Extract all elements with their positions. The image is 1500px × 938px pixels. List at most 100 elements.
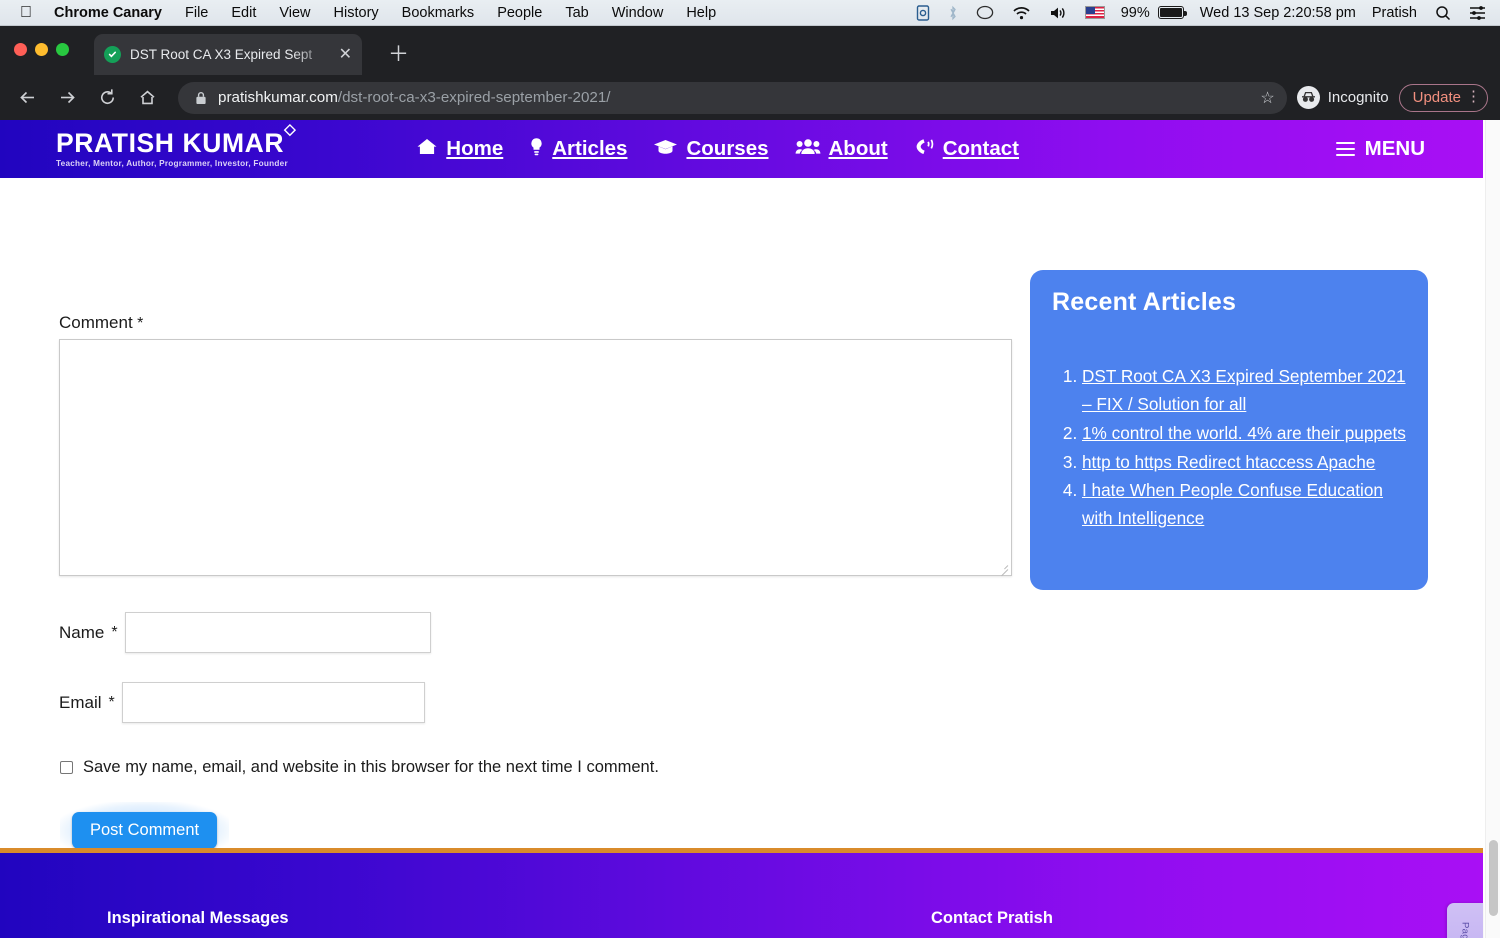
plus-icon[interactable]: ＋ bbox=[388, 44, 409, 65]
save-info-label: Save my name, email, and website in this… bbox=[83, 758, 659, 777]
site-logo[interactable]: PRATISH KUMAR◇ Teacher, Mentor, Author, … bbox=[56, 130, 296, 167]
name-label: Name bbox=[59, 623, 104, 643]
nav-item-home[interactable]: Home bbox=[416, 137, 503, 162]
update-label: Update bbox=[1413, 89, 1461, 106]
name-field-row: Name * bbox=[59, 612, 431, 653]
incognito-label: Incognito bbox=[1328, 89, 1389, 106]
recent-article-link[interactable]: 1% control the world. 4% are their puppe… bbox=[1082, 423, 1406, 443]
comment-label-text: Comment bbox=[59, 313, 133, 332]
save-info-row: Save my name, email, and website in this… bbox=[60, 758, 659, 777]
recent-article-link[interactable]: I hate When People Confuse Education wit… bbox=[1082, 480, 1383, 528]
tab-strip: DST Root CA X3 Expired Sept ✕ ＋ bbox=[0, 26, 1500, 75]
recent-article-link[interactable]: DST Root CA X3 Expired September 2021 – … bbox=[1082, 366, 1406, 414]
update-button[interactable]: Update ⋮ bbox=[1399, 84, 1488, 112]
url-domain: pratishkumar.com bbox=[218, 89, 338, 106]
name-input[interactable] bbox=[125, 612, 431, 653]
post-comment-button[interactable]: Post Comment bbox=[72, 812, 217, 849]
footer-column-title-inspirational: Inspirational Messages bbox=[107, 909, 289, 928]
lightbulb-icon bbox=[529, 137, 552, 162]
home-icon[interactable] bbox=[133, 83, 162, 112]
address-bar-url: pratishkumar.com/dst-root-ca-x3-expired-… bbox=[218, 89, 611, 106]
scrollbar-thumb[interactable] bbox=[1489, 840, 1498, 916]
email-required-mark: * bbox=[109, 694, 115, 712]
wifi-icon[interactable] bbox=[1012, 5, 1031, 21]
list-item: I hate When People Confuse Education wit… bbox=[1082, 477, 1406, 533]
search-icon[interactable] bbox=[1435, 5, 1451, 21]
email-input[interactable] bbox=[122, 682, 425, 723]
menu-help[interactable]: Help bbox=[686, 5, 716, 21]
us-flag-icon[interactable] bbox=[1085, 6, 1105, 19]
incognito-indicator[interactable]: Incognito bbox=[1297, 86, 1389, 109]
site-logo-text: PRATISH KUMAR bbox=[56, 128, 284, 158]
menu-tab[interactable]: Tab bbox=[565, 5, 588, 21]
nav-item-courses[interactable]: Courses bbox=[653, 137, 768, 162]
control-center-icon[interactable] bbox=[1469, 6, 1486, 20]
menu-edit[interactable]: Edit bbox=[231, 5, 256, 21]
menu-bookmarks[interactable]: Bookmarks bbox=[402, 5, 475, 21]
window-controls bbox=[14, 43, 69, 56]
page-viewport: Comment * Name * Email * Save my name, e… bbox=[0, 120, 1500, 938]
menu-bar-datetime[interactable]: Wed 13 Sep 2:20:58 pm bbox=[1200, 5, 1356, 21]
address-bar[interactable]: pratishkumar.com/dst-root-ca-x3-expired-… bbox=[178, 82, 1287, 114]
resize-handle-icon[interactable] bbox=[997, 561, 1009, 573]
browser-tab[interactable]: DST Root CA X3 Expired Sept ✕ bbox=[94, 34, 362, 75]
graduation-cap-icon bbox=[653, 137, 686, 162]
site-footer: Q Inspirational Messages Contact Pratish bbox=[0, 848, 1483, 938]
nav-label: Courses bbox=[686, 137, 768, 161]
menu-people[interactable]: People bbox=[497, 5, 542, 21]
menu-app-name[interactable]: Chrome Canary bbox=[54, 5, 162, 21]
name-required-mark: * bbox=[111, 624, 117, 642]
list-item: http to https Redirect htaccess Apache bbox=[1082, 449, 1406, 477]
page-contents-tab[interactable]: Page Contents ↑ bbox=[1447, 903, 1483, 938]
menu-file[interactable]: File bbox=[185, 5, 208, 21]
chat-icon[interactable] bbox=[976, 5, 994, 21]
nav-label: Articles bbox=[552, 137, 627, 161]
save-info-checkbox[interactable] bbox=[60, 761, 73, 774]
url-path: /dst-root-ca-x3-expired-september-2021/ bbox=[338, 89, 611, 106]
nav-label: Contact bbox=[943, 137, 1019, 161]
browser-toolbar: pratishkumar.com/dst-root-ca-x3-expired-… bbox=[0, 75, 1500, 120]
battery-percent: 99% bbox=[1121, 5, 1150, 21]
forward-arrow-icon[interactable] bbox=[53, 83, 82, 112]
menu-history[interactable]: History bbox=[334, 5, 379, 21]
recent-articles-panel: Recent Articles DST Root CA X3 Expired S… bbox=[1030, 270, 1428, 590]
recent-articles-title: Recent Articles bbox=[1052, 288, 1406, 317]
email-label: Email bbox=[59, 693, 102, 713]
nav-item-articles[interactable]: Articles bbox=[529, 137, 627, 162]
apple-icon[interactable]:  bbox=[20, 5, 32, 21]
site-header: PRATISH KUMAR◇ Teacher, Mentor, Author, … bbox=[0, 120, 1483, 178]
reload-icon[interactable] bbox=[93, 83, 122, 112]
comment-textarea[interactable] bbox=[59, 339, 1012, 576]
screen-record-icon[interactable] bbox=[916, 5, 930, 21]
site-logo-tagline: Teacher, Mentor, Author, Programmer, Inv… bbox=[56, 159, 296, 168]
recent-articles-list: DST Root CA X3 Expired September 2021 – … bbox=[1082, 363, 1406, 533]
menu-toggle-button[interactable]: MENU bbox=[1336, 137, 1425, 161]
recent-article-link[interactable]: http to https Redirect htaccess Apache bbox=[1082, 452, 1375, 472]
site-logo-mark: ◇ bbox=[284, 121, 296, 138]
comment-required-mark: * bbox=[137, 315, 143, 332]
battery-icon[interactable] bbox=[1158, 6, 1184, 19]
volume-icon[interactable] bbox=[1049, 5, 1067, 21]
maximize-window-button[interactable] bbox=[56, 43, 69, 56]
list-item: DST Root CA X3 Expired September 2021 – … bbox=[1082, 363, 1406, 419]
hamburger-icon bbox=[1336, 142, 1355, 157]
nav-item-contact[interactable]: Contact bbox=[914, 137, 1019, 162]
bluetooth-icon[interactable] bbox=[948, 5, 958, 21]
menu-toggle-label: MENU bbox=[1365, 137, 1425, 161]
browser-chrome: DST Root CA X3 Expired Sept ✕ ＋ pratishk bbox=[0, 26, 1500, 120]
minimize-window-button[interactable] bbox=[35, 43, 48, 56]
three-dots-icon[interactable]: ⋮ bbox=[1466, 91, 1481, 104]
star-icon[interactable]: ☆ bbox=[1260, 88, 1278, 108]
nav-label: Home bbox=[446, 137, 503, 161]
nav-item-about[interactable]: About bbox=[795, 137, 888, 162]
page-contents-label: Page Contents ↑ bbox=[1460, 922, 1471, 938]
page-scrollbar[interactable] bbox=[1485, 120, 1500, 938]
menu-bar-user[interactable]: Pratish bbox=[1372, 5, 1417, 21]
close-window-button[interactable] bbox=[14, 43, 27, 56]
back-arrow-icon[interactable] bbox=[13, 83, 42, 112]
site-logo-name: PRATISH KUMAR◇ bbox=[56, 130, 296, 157]
menu-window[interactable]: Window bbox=[612, 5, 664, 21]
close-icon[interactable]: ✕ bbox=[339, 47, 352, 63]
incognito-icon bbox=[1297, 86, 1320, 109]
menu-view[interactable]: View bbox=[279, 5, 310, 21]
